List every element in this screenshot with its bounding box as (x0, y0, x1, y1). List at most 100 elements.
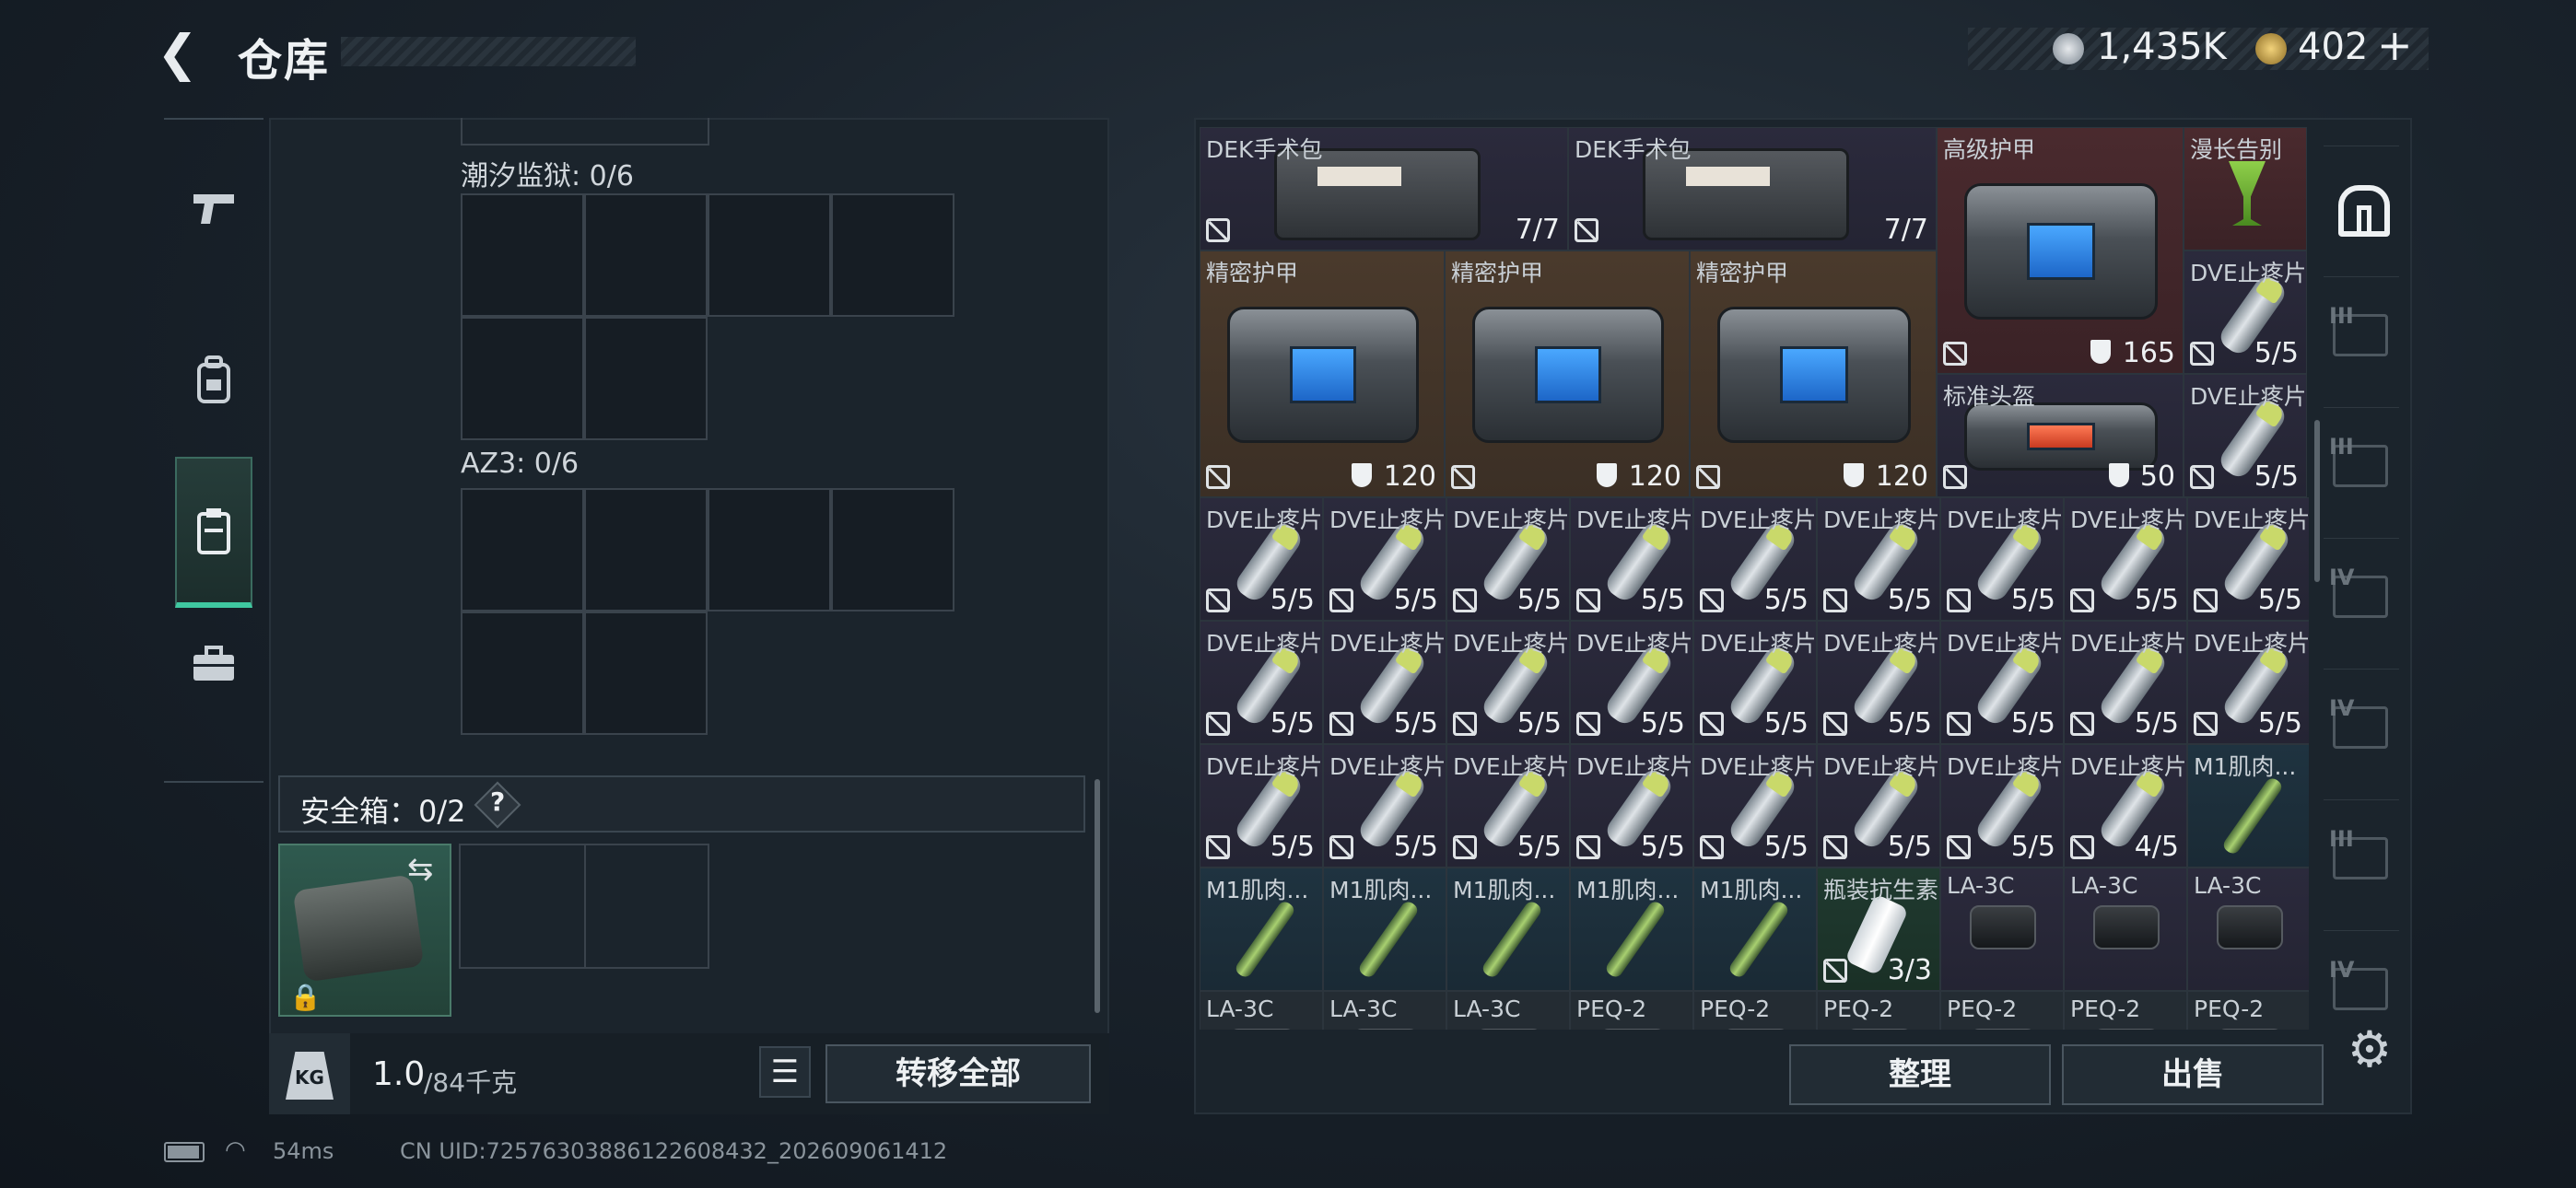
inventory-item[interactable]: DVE止疼片 5/5 (1570, 621, 1693, 744)
item-name: DVE止疼片 (1823, 630, 1938, 657)
warehouse-tab-4[interactable]: IV (2324, 538, 2399, 669)
inventory-item[interactable]: PEQ-2 (1570, 991, 1693, 1030)
inventory-item[interactable]: DEK手术包 7/7 (1568, 127, 1937, 250)
inventory-item[interactable]: DVE止疼片 5/5 (1200, 497, 1323, 621)
syringe-image (1356, 899, 1421, 980)
sell-button[interactable]: 出售 (2062, 1044, 2324, 1105)
inventory-item[interactable]: DVE止疼片 5/5 (1323, 744, 1446, 868)
backpack-icon[interactable] (164, 324, 263, 435)
grid-slot[interactable] (461, 488, 584, 611)
grid-slot[interactable] (584, 317, 708, 440)
inventory-item[interactable]: DVE止疼片 5/5 (1817, 497, 1940, 621)
grid-slot[interactable] (461, 317, 584, 440)
inventory-item[interactable]: DVE止疼片 5/5 (1940, 621, 2064, 744)
grid-slot[interactable] (461, 611, 584, 735)
durability-shield-icon (2109, 463, 2129, 487)
grid-slot[interactable] (584, 193, 708, 317)
back-button[interactable]: ❮ (157, 26, 212, 81)
inventory-item[interactable]: LA-3C (1200, 991, 1323, 1030)
inventory-item[interactable]: DVE止疼片 5/5 (2184, 250, 2307, 374)
grid-slot[interactable] (708, 193, 831, 317)
add-currency-button[interactable]: + (2377, 20, 2413, 70)
inventory-item[interactable]: LA-3C (2187, 868, 2309, 991)
inventory-item[interactable]: M1肌肉... (1446, 868, 1570, 991)
inventory-item[interactable]: 精密护甲 120 (1690, 250, 1937, 497)
transfer-all-button[interactable]: 转移全部 (825, 1044, 1091, 1103)
inventory-item[interactable]: 精密护甲 120 (1200, 250, 1445, 497)
item-count: 5/5 (1516, 584, 1562, 616)
inventory-item[interactable]: DVE止疼片 5/5 (1817, 744, 1940, 868)
inventory-item[interactable]: M1肌肉... (2187, 744, 2309, 868)
warehouse-tabs: III III IV IV III IV (2311, 118, 2412, 1114)
inventory-item[interactable]: PEQ-2 (1693, 991, 1817, 1030)
grid-slot[interactable] (831, 193, 954, 317)
warehouse-tab-1[interactable] (2324, 146, 2399, 263)
slot-divider (584, 845, 586, 969)
inventory-item[interactable]: 标准头盔 50 (1937, 374, 2184, 497)
inventory-item[interactable]: 精密护甲 120 (1445, 250, 1690, 497)
no-trade-icon (2070, 588, 2094, 612)
inventory-item[interactable]: DVE止疼片 5/5 (1693, 621, 1817, 744)
sort-button[interactable]: 整理 (1789, 1044, 2051, 1105)
warehouse-tab-3[interactable]: III (2324, 407, 2399, 538)
inventory-item[interactable]: M1肌肉... (1693, 868, 1817, 991)
inventory-item[interactable]: PEQ-2 (1817, 991, 1940, 1030)
no-trade-icon (1575, 218, 1598, 242)
warehouse-tab-6[interactable]: III (2324, 799, 2399, 930)
briefcase-icon[interactable] (164, 613, 263, 715)
inventory-item[interactable]: 漫长告别 (2184, 127, 2307, 250)
inventory-item[interactable]: DVE止疼片 5/5 (2064, 497, 2187, 621)
inventory-item[interactable]: DVE止疼片 5/5 (1446, 497, 1570, 621)
inventory-item[interactable]: DVE止疼片 5/5 (1817, 621, 1940, 744)
inventory-item[interactable]: DVE止疼片 5/5 (1940, 744, 2064, 868)
inventory-item[interactable]: DVE止疼片 5/5 (2187, 621, 2309, 744)
chest-rig-icon[interactable] (175, 457, 252, 608)
item-count: 5/5 (1516, 707, 1562, 740)
warehouse-tab-2[interactable]: III (2324, 276, 2399, 407)
warehouse-tab-5[interactable]: IV (2324, 669, 2399, 799)
inventory-item[interactable]: M1肌肉... (1570, 868, 1693, 991)
grid-slot[interactable] (708, 488, 831, 611)
inventory-item[interactable]: DVE止疼片 5/5 (1446, 621, 1570, 744)
inventory-item[interactable]: DVE止疼片 5/5 (2187, 497, 2309, 621)
safebox-item[interactable]: ⇆ 🔒 (278, 844, 451, 1017)
inventory-item[interactable]: PEQ-2 (2187, 991, 2309, 1030)
grid-slot[interactable] (584, 611, 708, 735)
gear-icon[interactable]: ⚙ (2344, 1024, 2395, 1076)
grid-slot[interactable] (831, 488, 954, 611)
inventory-item[interactable]: DVE止疼片 5/5 (1200, 744, 1323, 868)
inventory-item[interactable]: DVE止疼片 5/5 (1323, 497, 1446, 621)
inventory-item[interactable]: PEQ-2 (2064, 991, 2187, 1030)
container1-label: 潮汐监狱: 0/6 (461, 160, 634, 192)
grid-slot[interactable] (584, 488, 708, 611)
wifi-icon: ◠ (225, 1136, 246, 1164)
inventory-item[interactable]: DVE止疼片 5/5 (1446, 744, 1570, 868)
left-scrollbar[interactable] (1095, 779, 1100, 1013)
inventory-item[interactable]: DVE止疼片 4/5 (2064, 744, 2187, 868)
inventory-item[interactable]: DVE止疼片 5/5 (2064, 621, 2187, 744)
inventory-item[interactable]: LA-3C (1323, 991, 1446, 1030)
inventory-item[interactable]: DVE止疼片 5/5 (1940, 497, 2064, 621)
inventory-item[interactable]: DVE止疼片 5/5 (1693, 744, 1817, 868)
inventory-item[interactable]: DEK手术包 7/7 (1200, 127, 1568, 250)
inventory-item[interactable]: LA-3C (1446, 991, 1570, 1030)
inventory-item[interactable]: DVE止疼片 5/5 (1200, 621, 1323, 744)
swap-icon[interactable]: ⇆ (407, 851, 434, 888)
inventory-item[interactable]: DVE止疼片 5/5 (1693, 497, 1817, 621)
inventory-item[interactable]: DVE止疼片 5/5 (1570, 497, 1693, 621)
pistol-icon[interactable] (164, 157, 263, 258)
inventory-item[interactable]: DVE止疼片 5/5 (2184, 374, 2307, 497)
inventory-item[interactable]: DVE止疼片 5/5 (1570, 744, 1693, 868)
inventory-item[interactable]: 瓶装抗生素 3/3 (1817, 868, 1940, 991)
inventory-item[interactable]: LA-3C (1940, 868, 2064, 991)
inventory-item[interactable]: DVE止疼片 5/5 (1323, 621, 1446, 744)
item-name: DVE止疼片 (1576, 507, 1691, 533)
door-shape (2357, 205, 2371, 231)
grid-slot[interactable] (461, 193, 584, 317)
inventory-item[interactable]: M1肌肉... (1200, 868, 1323, 991)
inventory-item[interactable]: PEQ-2 (1940, 991, 2064, 1030)
inventory-item[interactable]: LA-3C (2064, 868, 2187, 991)
inventory-item[interactable]: M1肌肉... (1323, 868, 1446, 991)
inventory-item[interactable]: 高级护甲 165 (1937, 127, 2184, 374)
list-view-button[interactable]: ☰ (759, 1046, 811, 1098)
